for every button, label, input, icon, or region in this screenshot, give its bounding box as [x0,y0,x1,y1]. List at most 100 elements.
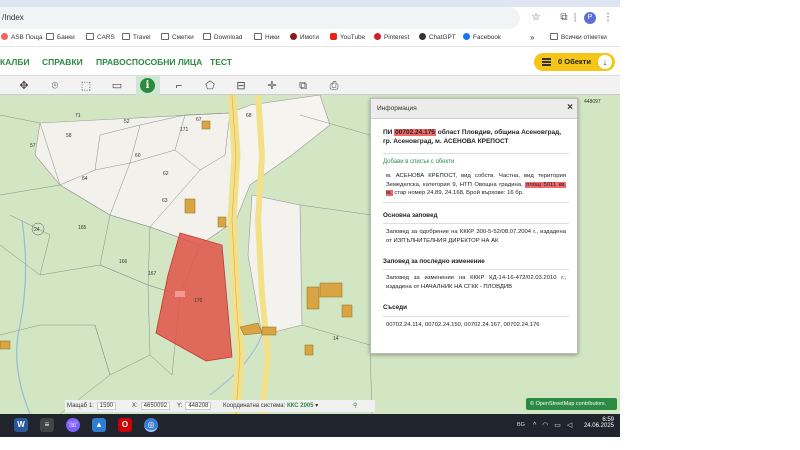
bookmark-asb[interactable]: ASB Пощa [1,32,43,44]
map-icon[interactable]: ⊟ [233,78,249,94]
bookmark-label: Сметки [172,34,194,41]
desc-text: стар номер 24.89, 24.168, Брой върхове: … [392,190,524,197]
kebab-menu-icon[interactable]: ⋮ [600,10,616,26]
section-last-change: Заповед за последно изменение Заповед за… [383,254,569,295]
info-icon[interactable]: i [140,78,155,93]
section-body: 00702.24.114, 00702.24.150, 00702.24.167… [386,321,540,328]
profile-avatar[interactable]: P [584,12,596,24]
plot-label: 171 [180,127,189,133]
plot-label: 63 [162,198,168,204]
plot-label: 71 [75,113,81,119]
star-icon[interactable]: ☆ [528,10,544,26]
browser-tab-strip [0,0,620,7]
address-bar: /Index ☆ ⧉ | P ⋮ [0,7,620,29]
screenshot: /Index ☆ ⧉ | P ⋮ ASB Пощa Банки CARS Tra… [0,0,620,437]
pinterest-icon [374,33,381,40]
folder-icon [254,33,262,40]
chrome-icon[interactable]: ◎ [144,418,158,432]
bookmark-cars[interactable]: CARS [86,32,115,44]
osm-attribution[interactable]: © OpenStreetMap contributors. [526,398,617,410]
bookmark-facebook[interactable]: Facebook [463,32,501,44]
plot-label: 64 [82,176,88,182]
plot-label: 165 [78,225,87,231]
plot-label: 67 [196,117,202,123]
bookmark-travel[interactable]: Travel [122,32,151,44]
bookmark-chatgpt[interactable]: ChatGPT [419,32,456,44]
menu-item-spravki[interactable]: СПРАВКИ [42,57,83,67]
rectangle-icon[interactable]: ▭ [109,78,125,94]
viber-icon[interactable]: ☏ [66,418,80,432]
crosshair-icon[interactable]: ✛ [264,78,280,94]
folder-icon [550,33,558,40]
app-menu: КАЛБИ СПРАВКИ ПРАВОСПОСОБНИ ЛИЦА ТЕСТ [0,47,620,75]
plot-label: 448097 [584,99,601,105]
all-bookmarks-button[interactable]: Всички отметки [550,32,607,44]
heading-prefix: ПИ [383,129,395,136]
bookmark-youtube[interactable]: YouTube [330,32,365,44]
more-bookmarks-button[interactable]: » [530,32,534,44]
info-panel: Информация × ПИ 00702.24.175 област Плов… [370,98,578,354]
add-to-objects-link[interactable]: Добави в списък с обекти [383,158,569,167]
plot-label: 57 [30,143,36,149]
print-icon[interactable]: ⎙ [326,78,342,94]
corner-icon[interactable]: ⌐ [171,78,187,94]
pin-icon[interactable]: ⌾ [47,78,63,94]
menu-item-pravosposobni[interactable]: ПРАВОСПОСОБНИ ЛИЦА [96,57,202,67]
section-main-order: Основна заповед Заповед за одобрение на … [383,208,569,249]
plot-label: 176 [194,298,203,304]
menu-item-test[interactable]: ТЕСТ [210,57,232,67]
section-body: Заповед за изменение на КККР КД-14-16-47… [386,275,566,290]
separator-icon: | [573,12,577,23]
map-status-bar: Мащаб 1: 1590 X: 4650092 Y: 448208 Координа… [65,400,375,412]
polygon-icon[interactable]: ⬠ [202,78,218,94]
bookmark-label: Имоти [300,34,319,41]
youtube-icon [330,33,337,40]
rectangle-select-icon[interactable]: ⬚ [78,78,94,94]
pan-icon[interactable]: ✥ [16,78,32,94]
bookmark-download[interactable]: Download [203,32,242,44]
section-body: Заповед за одобрение на КККР 300-5-52/08… [386,229,566,244]
bookmark-pinterest[interactable]: Pinterest [374,32,409,44]
folder-icon [122,33,130,40]
bookmark-label: Travel [133,34,151,41]
photos-icon[interactable]: ▲ [92,418,106,432]
taskbar: W ≡ ☏ ▲ O ◎ BG ^ ◠ ▭ ◁ 6:59 24.06.2025 [0,414,620,437]
plot-label: 62 [163,171,169,177]
scale-input[interactable]: 1590 [96,402,117,410]
plot-label: 166 [119,259,128,265]
taskview-icon[interactable]: ≡ [40,418,54,432]
search-icon[interactable]: ⚲ [353,402,357,409]
close-icon[interactable]: × [567,102,573,113]
bookmark-label: Facebook [473,34,502,41]
menu-item-kalbi[interactable]: КАЛБИ [0,57,30,67]
bookmarks-bar: ASB Пощa Банки CARS Travel Сметки Downlo… [0,29,620,47]
folder-icon [161,33,169,40]
opera-icon[interactable]: O [118,418,132,432]
section-title: Съседи [383,300,569,317]
map-toolbar: ✥ ⌾ ⬚ ▭ i ⌐ ⬠ ⊟ ✛ ⧉ ⎙ [0,75,620,95]
y-readout: Y: 448208 [177,402,212,410]
folder-icon [46,33,54,40]
chatgpt-icon [419,33,426,40]
bookmark-label: ChatGPT [429,34,456,41]
url-field[interactable]: /Index [0,7,520,29]
objects-button[interactable]: 0 Обекти ↓ [534,53,615,71]
bookmark-smetki[interactable]: Сметки [161,32,194,44]
bookmark-banki[interactable]: Банки [46,32,75,44]
language-indicator[interactable]: BG [517,422,525,428]
info-title: Информация [377,105,417,112]
bookmark-niki[interactable]: Ники [254,32,280,44]
parcel-description: м. АСЕНОВА КРЕПОСТ, вид собств. Частна, … [383,166,569,203]
bookmark-imoti[interactable]: Имоти [290,32,319,44]
system-tray-icons[interactable]: ^ ◠ ▭ ◁ [533,421,574,429]
crs-select[interactable]: ККС 2005 [287,403,314,409]
chevron-down-icon[interactable]: ▾ [315,403,318,409]
bookmark-label: Ники [265,34,280,41]
clock[interactable]: 6:59 24.06.2025 [584,417,614,429]
export-icon[interactable]: ⧉ [295,78,311,94]
word-icon[interactable]: W [14,418,28,432]
bookmark-label: YouTube [340,34,366,41]
download-arrow-icon: ↓ [598,55,612,69]
clock-date: 24.06.2025 [583,423,614,429]
facebook-icon [463,33,470,40]
